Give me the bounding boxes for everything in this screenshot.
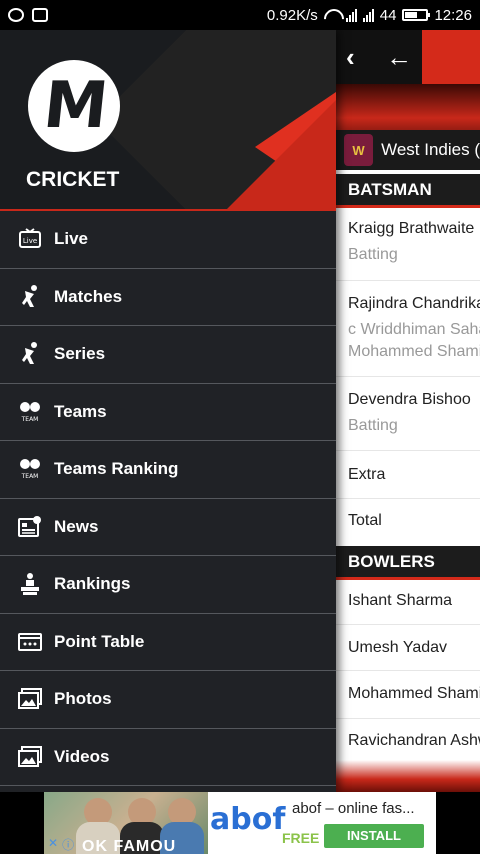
batsman-row[interactable]: Kraigg Brathwaite Batting xyxy=(336,220,480,264)
menu-item-videos[interactable]: Videos xyxy=(0,729,336,786)
ad-banner: OK FAMOU ✕ ⓘ abof abof – online fas... F… xyxy=(0,792,480,854)
bottom-band xyxy=(336,760,480,792)
menu-label: Teams xyxy=(54,401,107,421)
videos-icon xyxy=(18,745,42,769)
bowler-name: Ishant Sharma xyxy=(348,592,453,609)
menu-label: Teams Ranking xyxy=(54,459,179,479)
bowlers-header: BOWLERS xyxy=(336,546,480,580)
install-button[interactable]: INSTALL xyxy=(324,824,424,848)
divider xyxy=(336,670,480,671)
status-bar: 0.92K/s 44 12:26 xyxy=(0,0,480,30)
menu-label: Point Table xyxy=(54,631,145,651)
drawer-menu: Live Live Matches Series TEAM Teams TEAM… xyxy=(0,211,336,786)
batsman-row[interactable]: Rajindra Chandrika c Wriddhiman Saha Moh… xyxy=(336,295,480,361)
bowler-name: Ravichandran Ashwi xyxy=(348,732,480,749)
batsman-status: Batting xyxy=(348,417,398,434)
menu-label: Series xyxy=(54,344,106,364)
menu-label: Live xyxy=(54,229,89,249)
bowler-row[interactable]: Ravichandran Ashwi xyxy=(336,732,480,750)
ad-overlay-text: OK FAMOU xyxy=(82,838,177,854)
close-icon[interactable]: ✕ xyxy=(48,836,58,853)
batsman-header: BATSMAN xyxy=(336,174,480,208)
team-name: West Indies ( xyxy=(381,140,480,159)
ad-free-label: FREE xyxy=(282,830,320,846)
chevron-left-icon[interactable]: ‹ xyxy=(346,42,355,73)
menu-label: News xyxy=(54,516,99,536)
navigation-drawer: M CRICKET Live Live Matches Series TEAM … xyxy=(0,30,336,792)
divider xyxy=(336,498,480,499)
extra-label: Extra xyxy=(348,466,386,483)
extra-row: Extra xyxy=(336,466,480,484)
batsman-status-bowler: Mohammed Shami xyxy=(348,343,480,360)
team-flag-icon: W xyxy=(344,134,374,166)
menu-item-matches[interactable]: Matches xyxy=(0,269,336,326)
bowler-icon xyxy=(18,342,42,366)
logo-letter: M xyxy=(40,69,108,143)
menu-item-teams-ranking[interactable]: TEAM Teams Ranking xyxy=(0,441,336,499)
menu-item-teams[interactable]: TEAM Teams xyxy=(0,384,336,441)
podium-icon xyxy=(18,572,42,596)
menu-label: Videos xyxy=(54,746,110,766)
batsman-name: Devendra Bishoo xyxy=(348,391,471,408)
divider xyxy=(336,624,480,625)
ad-title: abof – online fas... xyxy=(292,800,415,817)
bowler-name: Umesh Yadav xyxy=(348,639,448,656)
back-arrow-icon[interactable]: ← xyxy=(386,42,412,73)
team-icon: TEAM xyxy=(18,457,42,481)
network-speed: 0.92K/s xyxy=(266,6,318,24)
batsman-row[interactable]: Devendra Bishoo Batting xyxy=(336,391,480,435)
tv-icon: Live xyxy=(18,227,42,251)
wifi-icon xyxy=(324,9,340,21)
divider xyxy=(336,376,480,377)
menu-item-rankings[interactable]: Rankings xyxy=(0,556,336,614)
ad-content[interactable]: OK FAMOU ✕ ⓘ abof abof – online fas... F… xyxy=(44,792,436,854)
news-icon xyxy=(18,515,42,539)
divider xyxy=(336,718,480,719)
menu-label: Rankings xyxy=(54,574,131,594)
batsman-name: Rajindra Chandrika xyxy=(348,295,480,312)
bowler-row[interactable]: Mohammed Shami xyxy=(336,685,480,703)
menu-item-news[interactable]: News xyxy=(0,499,336,556)
network-type: 44 xyxy=(379,6,397,24)
whatsapp-icon xyxy=(8,8,24,22)
menu-item-photos[interactable]: Photos xyxy=(0,671,336,729)
battery-icon xyxy=(402,9,431,21)
team-icon: TEAM xyxy=(18,400,42,424)
signal-icon xyxy=(345,8,357,22)
ad-brand-logo: abof xyxy=(210,802,286,837)
gallery-icon xyxy=(32,8,48,22)
batsman-name: Kraigg Brathwaite xyxy=(348,220,475,237)
photos-icon xyxy=(18,687,42,711)
total-row: Total xyxy=(336,512,480,530)
total-label: Total xyxy=(348,512,382,529)
app-name: CRICKET xyxy=(26,168,120,191)
clock: 12:26 xyxy=(434,6,472,24)
toolbar-accent xyxy=(422,30,480,84)
signal-icon-2 xyxy=(362,8,374,22)
batsman-status: c Wriddhiman Saha xyxy=(348,321,480,338)
team-header[interactable]: W West Indies ( xyxy=(336,130,480,170)
bowler-icon xyxy=(18,284,42,309)
menu-item-live[interactable]: Live Live xyxy=(0,211,336,269)
bowler-row[interactable]: Umesh Yadav xyxy=(336,639,480,657)
menu-label: Photos xyxy=(54,689,112,709)
table-icon xyxy=(18,630,42,654)
header-decoration-red-2 xyxy=(226,100,336,209)
bowler-name: Mohammed Shami xyxy=(348,685,480,702)
svg-text:TEAM: TEAM xyxy=(21,473,39,480)
menu-item-point-table[interactable]: Point Table xyxy=(0,614,336,671)
divider xyxy=(336,450,480,451)
drawer-header: M CRICKET xyxy=(0,30,336,211)
batsman-status: Batting xyxy=(348,246,398,263)
info-icon[interactable]: ⓘ xyxy=(62,836,74,853)
svg-text:Live: Live xyxy=(23,237,37,245)
screen: 0.92K/s 44 12:26 ‹ ← W West Indies ( BAT… xyxy=(0,0,480,854)
menu-label: Matches xyxy=(54,286,123,306)
svg-text:TEAM: TEAM xyxy=(21,416,39,423)
app-logo: M xyxy=(28,60,120,152)
bowler-row[interactable]: Ishant Sharma xyxy=(336,592,480,610)
menu-item-series[interactable]: Series xyxy=(0,326,336,384)
ad-choices[interactable]: ✕ ⓘ xyxy=(48,836,74,853)
divider xyxy=(336,280,480,281)
